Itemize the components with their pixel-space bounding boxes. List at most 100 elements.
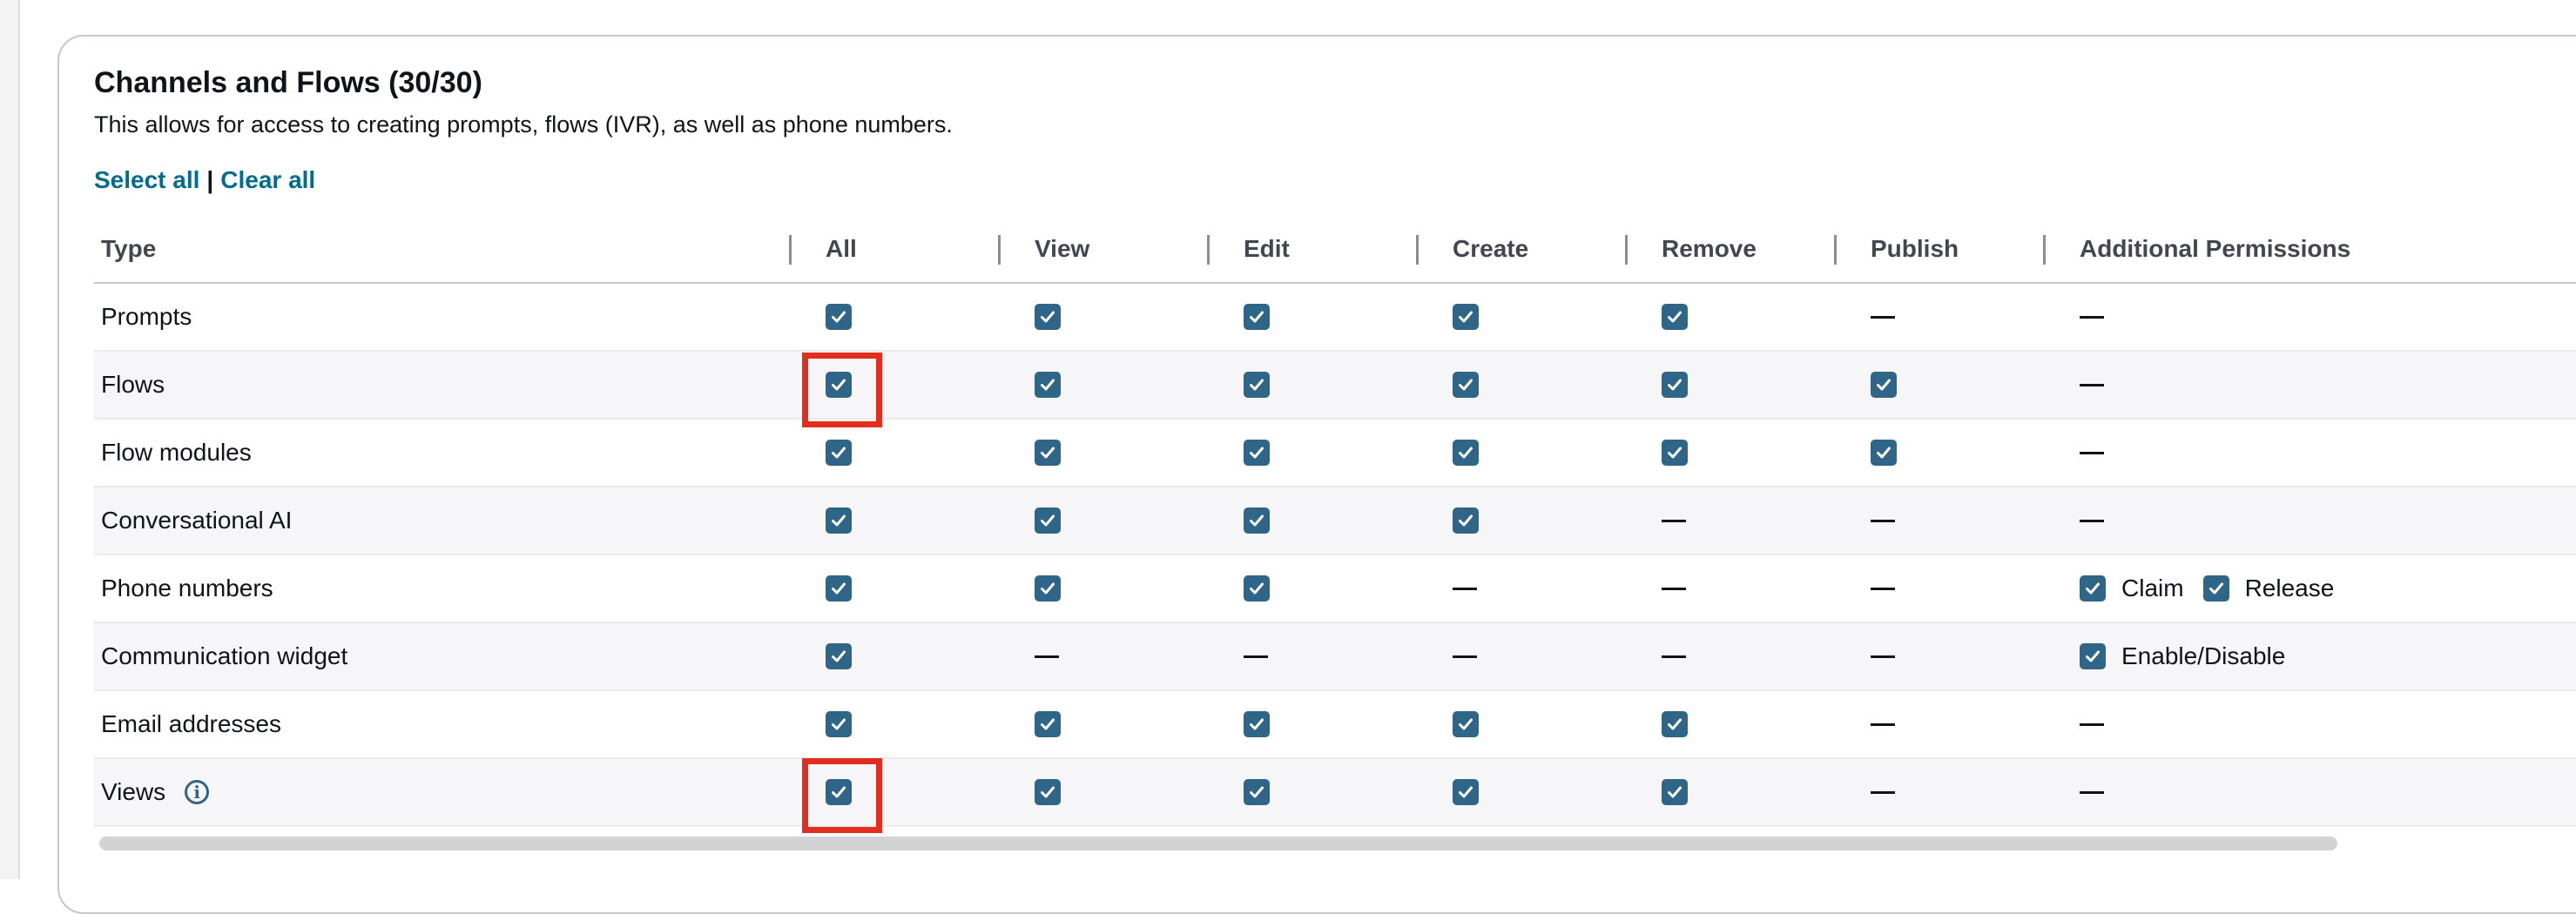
- table-row: Email addresses: [94, 691, 2576, 759]
- checkmark-icon: [2208, 582, 2223, 595]
- link-separator: |: [206, 166, 214, 193]
- cell-publish: [1871, 352, 1897, 418]
- checkbox-all[interactable]: [826, 304, 852, 330]
- cell-edit: [1244, 623, 1268, 689]
- checkbox-edit[interactable]: [1244, 779, 1270, 805]
- cell-view: [1035, 352, 1061, 418]
- checkbox-publish[interactable]: [1871, 372, 1897, 398]
- checkbox-view[interactable]: [1035, 304, 1061, 330]
- cell-view: [1035, 284, 1061, 350]
- checkbox-create[interactable]: [1453, 440, 1479, 466]
- column-divider[interactable]: [1416, 235, 1419, 265]
- checkbox-remove[interactable]: [1662, 440, 1688, 466]
- checkmark-icon: [1250, 311, 1264, 323]
- checkmark-icon: [832, 447, 846, 459]
- checkbox-create[interactable]: [1453, 304, 1479, 330]
- checkbox-edit[interactable]: [1244, 575, 1270, 601]
- checkmark-icon: [832, 718, 846, 730]
- checkmark-icon: [1459, 447, 1473, 459]
- checkmark-icon: [832, 311, 846, 323]
- cell-create: [1453, 691, 1479, 757]
- not-applicable-dash: [1871, 315, 1895, 319]
- checkbox-create[interactable]: [1453, 507, 1479, 534]
- permissions-table: Type All View Edit Create Remove Publish…: [94, 216, 2576, 827]
- column-divider[interactable]: [1834, 235, 1837, 265]
- checkbox-view[interactable]: [1035, 372, 1061, 398]
- checkbox-all[interactable]: [826, 711, 852, 737]
- checkmark-icon: [1668, 311, 1682, 323]
- row-type-cell: Phone numbers: [101, 555, 273, 622]
- checkmark-icon: [832, 582, 846, 595]
- checkbox-remove[interactable]: [1662, 779, 1688, 805]
- checkbox-all[interactable]: [826, 575, 852, 601]
- additional-permission-checkbox[interactable]: [2080, 643, 2106, 669]
- table-row: Views i: [94, 759, 2576, 827]
- cell-edit: [1244, 487, 1270, 554]
- row-type-label: Views: [101, 778, 166, 805]
- checkbox-edit[interactable]: [1244, 372, 1270, 398]
- column-divider[interactable]: [1207, 235, 1210, 265]
- column-divider[interactable]: [2043, 235, 2046, 265]
- cell-view: [1035, 555, 1061, 622]
- additional-permission-checkbox[interactable]: [2202, 575, 2229, 601]
- row-type-cell: Flow modules: [101, 420, 252, 486]
- table-row: Phone numbers Claim Release: [94, 555, 2576, 623]
- cell-all: [826, 487, 852, 554]
- column-divider[interactable]: [998, 235, 1001, 265]
- not-applicable-dash: [2080, 383, 2104, 386]
- checkbox-remove[interactable]: [1662, 711, 1688, 737]
- checkbox-view[interactable]: [1035, 779, 1061, 805]
- not-applicable-dash: [2080, 451, 2104, 454]
- column-header-additional-permissions: Additional Permissions: [2080, 235, 2351, 262]
- checkmark-icon: [1250, 718, 1264, 730]
- checkbox-view[interactable]: [1035, 440, 1061, 466]
- cell-remove: [1662, 487, 1686, 554]
- checkbox-create[interactable]: [1453, 779, 1479, 805]
- checkbox-edit[interactable]: [1244, 711, 1270, 737]
- checkbox-remove[interactable]: [1662, 304, 1688, 330]
- checkbox-edit[interactable]: [1244, 440, 1270, 466]
- not-applicable-dash: [1453, 655, 1477, 658]
- additional-permission-checkbox[interactable]: [2080, 575, 2106, 601]
- not-applicable-dash: [2080, 315, 2104, 319]
- cell-view: [1035, 759, 1061, 825]
- checkbox-all[interactable]: [826, 643, 852, 669]
- not-applicable-dash: [2080, 519, 2104, 522]
- checkmark-icon: [1459, 718, 1473, 730]
- checkbox-view[interactable]: [1035, 711, 1061, 737]
- checkmark-icon: [1668, 786, 1682, 798]
- cell-publish: [1871, 623, 1895, 689]
- checkbox-view[interactable]: [1035, 507, 1061, 534]
- checkbox-all[interactable]: [826, 440, 852, 466]
- checkmark-icon: [832, 650, 846, 662]
- cell-create: [1453, 759, 1479, 825]
- checkbox-all[interactable]: [826, 507, 852, 534]
- cell-view: [1035, 691, 1061, 757]
- not-applicable-dash: [1871, 722, 1895, 726]
- select-all-link[interactable]: Select all: [94, 166, 199, 193]
- cell-edit: [1244, 691, 1270, 757]
- cell-additional-permissions: [2080, 759, 2104, 825]
- checkbox-create[interactable]: [1453, 711, 1479, 737]
- horizontal-scrollbar[interactable]: [99, 837, 2337, 850]
- cell-view: [1035, 487, 1061, 554]
- info-icon[interactable]: i: [185, 780, 210, 804]
- checkbox-edit[interactable]: [1244, 507, 1270, 534]
- cell-publish: [1871, 284, 1895, 350]
- clear-all-link[interactable]: Clear all: [220, 166, 315, 193]
- column-divider[interactable]: [1625, 235, 1628, 265]
- not-applicable-dash: [2080, 722, 2104, 726]
- checkbox-view[interactable]: [1035, 575, 1061, 601]
- checkbox-create[interactable]: [1453, 372, 1479, 398]
- cell-view: [1035, 420, 1061, 486]
- not-applicable-dash: [1871, 655, 1895, 658]
- checkmark-icon: [1041, 718, 1055, 730]
- cell-additional-permissions: [2080, 487, 2104, 554]
- cell-edit: [1244, 555, 1270, 622]
- cell-create: [1453, 284, 1479, 350]
- cell-publish: [1871, 691, 1895, 757]
- checkbox-remove[interactable]: [1662, 372, 1688, 398]
- checkbox-publish[interactable]: [1871, 440, 1897, 466]
- checkbox-edit[interactable]: [1244, 304, 1270, 330]
- column-divider[interactable]: [789, 235, 792, 265]
